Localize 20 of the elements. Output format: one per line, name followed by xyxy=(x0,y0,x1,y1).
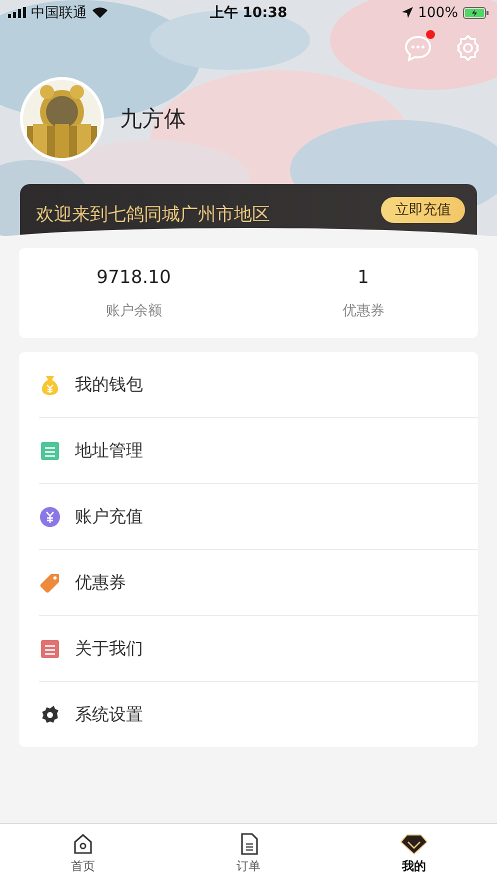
stat-value: 1 xyxy=(358,266,369,288)
stat-value: 9718.10 xyxy=(96,266,171,288)
tab[interactable]: 首页 xyxy=(0,824,166,883)
yuan-icon xyxy=(39,506,61,528)
list-icon xyxy=(39,440,61,462)
list-icon xyxy=(39,638,61,660)
settings-icon xyxy=(39,704,61,726)
menu-item[interactable]: 地址管理 xyxy=(75,439,143,462)
stat-label: 优惠券 xyxy=(342,302,384,320)
tag-icon xyxy=(39,572,61,594)
stat-label: 账户余额 xyxy=(106,302,162,320)
tab[interactable]: 我的 xyxy=(331,824,497,883)
menu-item[interactable]: 我的钱包 xyxy=(75,373,143,396)
diamond-icon xyxy=(400,832,428,856)
money-bag-icon xyxy=(39,374,61,396)
menu-item[interactable]: 系统设置 xyxy=(75,703,143,726)
menu-item[interactable]: 关于我们 xyxy=(75,637,143,660)
menu-item[interactable]: 账户充值 xyxy=(75,505,143,528)
menu-item[interactable]: 优惠券 xyxy=(75,571,126,594)
tab[interactable]: 订单 xyxy=(166,824,332,883)
